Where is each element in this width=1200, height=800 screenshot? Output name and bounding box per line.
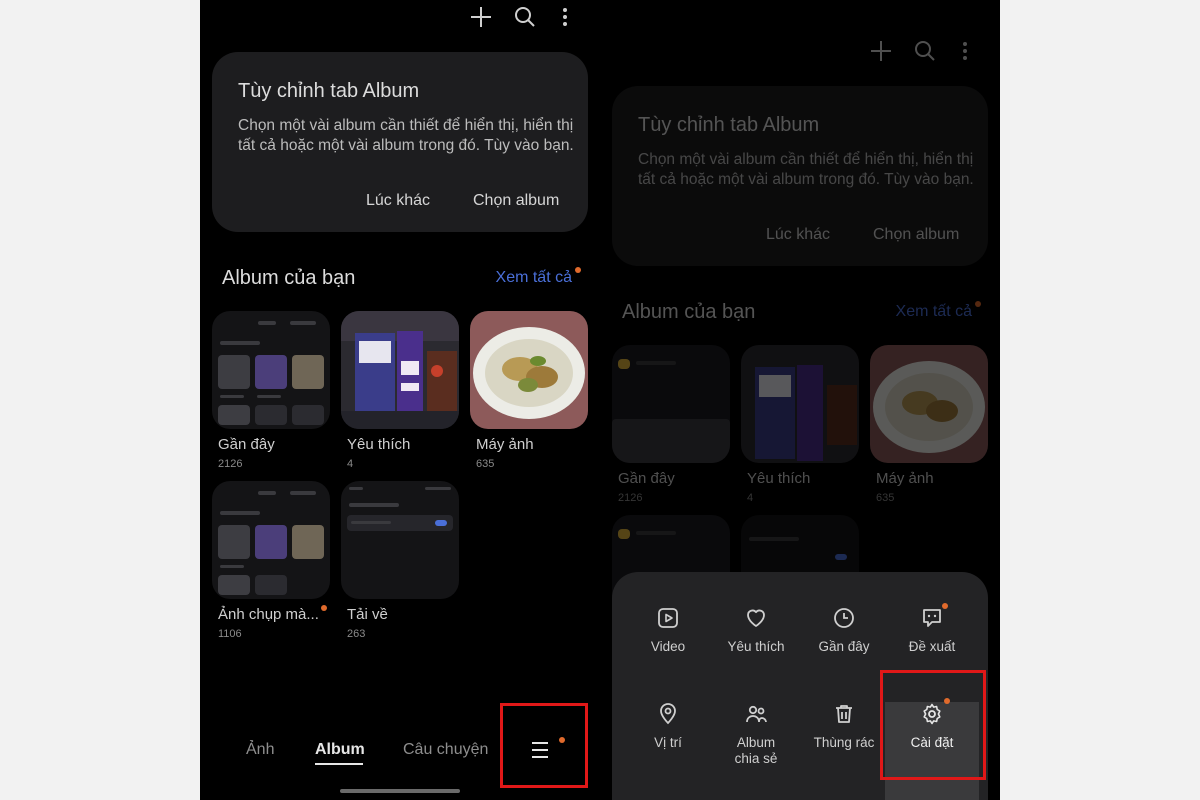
later-button[interactable]: Lúc khác	[366, 192, 430, 210]
location-icon	[660, 703, 676, 725]
card-description: Chọn một vài album cần thiết để hiển thị…	[238, 117, 574, 154]
menu-item-video[interactable]: Video	[621, 606, 715, 706]
new-badge-dot	[321, 605, 327, 611]
menu-item-label: Video	[650, 639, 686, 654]
album-count: 263	[347, 628, 366, 640]
suggest-badge-dot	[942, 603, 948, 609]
favorites-photo	[341, 311, 459, 429]
screenshot-preview	[212, 481, 330, 599]
screenshot-preview	[212, 311, 330, 429]
albums-section-title: Album của bạn	[222, 267, 356, 289]
search-icon[interactable]	[512, 4, 538, 30]
highlight-frame-menu	[500, 703, 588, 788]
album-thumbnail-downloads[interactable]	[341, 481, 459, 599]
menu-item-label: Album chia sẻ	[734, 735, 778, 766]
active-tab-underline	[315, 763, 363, 765]
screenshot-preview	[341, 481, 459, 599]
album-name: Tải về	[347, 606, 388, 623]
card-title: Tùy chỉnh tab Album	[238, 80, 420, 102]
menu-item-label: Đề xuất	[908, 639, 956, 654]
tab-stories[interactable]: Câu chuyện	[403, 741, 488, 759]
menu-item-trash[interactable]: Thùng rác	[797, 702, 891, 800]
heart-icon	[747, 609, 765, 627]
menu-item-label: Vị trí	[654, 735, 682, 750]
album-count: 2126	[218, 458, 243, 470]
highlight-frame-settings	[880, 670, 986, 780]
menu-item-label: Thùng rác	[813, 735, 875, 750]
menu-item-label: Yêu thích	[727, 639, 785, 654]
album-name: Yêu thích	[347, 436, 411, 453]
album-count: 1106	[218, 628, 242, 640]
menu-item-recent[interactable]: Gần đây	[797, 606, 891, 706]
menu-item-favorites[interactable]: Yêu thích	[709, 606, 803, 706]
album-name: Ảnh chụp mà...	[218, 606, 319, 623]
album-thumbnail-screenshots[interactable]	[212, 481, 330, 599]
menu-item-location[interactable]: Vị trí	[621, 702, 715, 800]
camera-photo	[470, 311, 588, 429]
new-badge-dot	[575, 267, 581, 273]
album-thumbnail-recent[interactable]	[212, 311, 330, 429]
album-name: Máy ảnh	[476, 436, 534, 453]
album-count: 635	[476, 458, 495, 470]
choose-album-button[interactable]: Chọn album	[473, 192, 559, 210]
phone-screen-album-tab: Tùy chỉnh tab Album Chọn một vài album c…	[200, 0, 600, 800]
phone-screen-menu-open: Tùy chỉnh tab Album Chọn một vài album c…	[600, 0, 1000, 800]
customize-album-card: Tùy chỉnh tab Album Chọn một vài album c…	[212, 52, 588, 232]
album-name: Gần đây	[218, 436, 275, 453]
trash-icon	[836, 705, 852, 723]
video-icon	[658, 608, 678, 628]
tab-album[interactable]: Album	[315, 741, 365, 759]
see-all-link[interactable]: Xem tất cả	[496, 269, 572, 287]
menu-item-shared-album[interactable]: Album chia sẻ	[709, 702, 803, 800]
album-thumbnail-camera[interactable]	[470, 311, 588, 429]
more-vert-icon[interactable]	[552, 4, 578, 30]
menu-item-label: Gần đây	[818, 639, 870, 654]
clock-icon	[834, 608, 854, 628]
album-thumbnail-favorites[interactable]	[341, 311, 459, 429]
plus-icon[interactable]	[468, 4, 494, 30]
suggest-icon	[923, 609, 941, 627]
album-count: 4	[347, 458, 354, 470]
shared-people-icon	[746, 705, 767, 723]
tab-photos[interactable]: Ảnh	[246, 741, 274, 759]
home-gesture-bar	[340, 789, 460, 793]
